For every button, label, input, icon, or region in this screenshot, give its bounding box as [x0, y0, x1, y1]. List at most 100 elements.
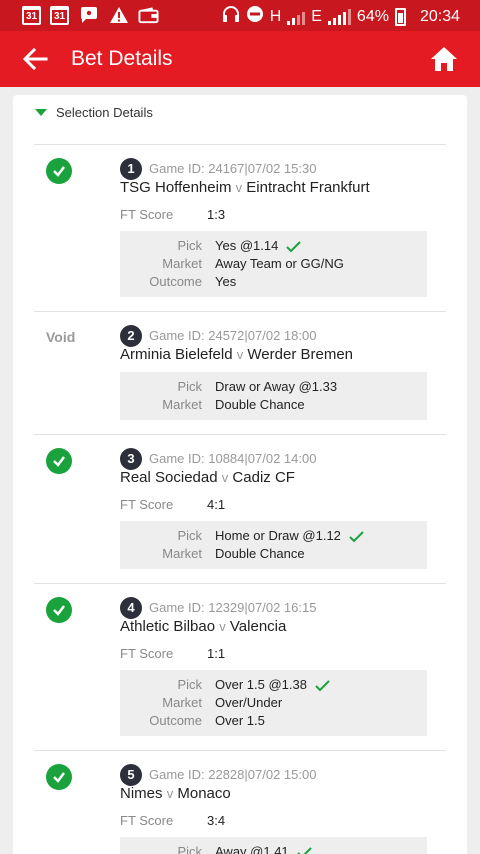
pick-value: Yes @1.14: [215, 238, 279, 253]
market-label: Market: [162, 256, 202, 271]
ft-score-value: 1:3: [207, 207, 226, 222]
home-team: Nimes: [120, 785, 163, 802]
outcome-label: Outcome: [149, 274, 202, 289]
pick-label: Pick: [177, 844, 202, 854]
caret-down-icon: [35, 109, 47, 116]
game-id: Game ID: 22828|07/02 15:00: [149, 767, 317, 782]
match-teams: Nimes v Monaco: [120, 785, 231, 802]
outcome-value: Yes: [215, 274, 237, 289]
match-teams: Real Sociedad v Cadiz CF: [120, 469, 295, 486]
chat-icon: [78, 5, 99, 25]
pick-label: Pick: [177, 677, 202, 692]
versus: v: [235, 180, 243, 195]
clock: 20:34: [419, 7, 460, 25]
signal-icon: [287, 9, 306, 25]
market-label: Market: [162, 695, 202, 710]
check-icon: [315, 679, 330, 691]
outcome-label: Outcome: [149, 713, 202, 728]
check-icon: [286, 240, 302, 252]
game-id: Game ID: 12329|07/02 16:15: [149, 600, 317, 615]
outcome-value: Over 1.5: [215, 713, 265, 728]
ft-score-label: FT Score: [120, 646, 174, 661]
selection-number: 2: [120, 325, 142, 347]
calendar-icon: 31: [22, 5, 41, 25]
check-icon: [296, 846, 312, 854]
versus: v: [166, 786, 174, 801]
versus: v: [219, 619, 226, 634]
pick-value: Home or Draw @1.12: [215, 528, 341, 543]
selection-number: 4: [120, 597, 142, 619]
divider: [34, 311, 446, 312]
bet-details-card: Selection Details 1 Game ID: 24167|07/02…: [13, 95, 467, 854]
back-arrow-icon[interactable]: [22, 47, 48, 71]
pick-value: Over 1.5 @1.38: [215, 677, 307, 692]
pick-value: Away @1.41: [215, 844, 289, 854]
network-type: H: [269, 7, 282, 25]
pick-label: Pick: [177, 238, 202, 253]
home-team: TSG Hoffenheim: [120, 179, 232, 196]
selection-number: 5: [120, 764, 142, 786]
selection-detail-box: Pick Draw or Away @1.33 Market Double Chan…: [120, 372, 427, 420]
match-teams: Athletic Bilbao v Valencia: [120, 618, 286, 635]
check-icon: [349, 530, 364, 542]
selection-details-toggle[interactable]: Selection Details: [35, 105, 153, 120]
warning-icon: [108, 5, 129, 25]
battery-icon: [394, 7, 406, 26]
won-check-icon: [46, 597, 72, 623]
pick-label: Pick: [177, 379, 202, 394]
selection-detail-box: Pick Away @1.41: [120, 837, 427, 854]
battery-percent: 64%: [356, 7, 389, 25]
home-team: Athletic Bilbao: [120, 618, 216, 635]
versus: v: [221, 470, 229, 485]
divider: [34, 583, 446, 584]
divider: [34, 144, 446, 145]
status-bar: 31 31 H E 64% 20:34: [0, 0, 480, 31]
void-status: Void: [46, 329, 76, 345]
ft-score-value: 4:1: [207, 497, 226, 512]
headphones-icon: [222, 5, 240, 28]
versus: v: [236, 347, 244, 362]
away-team: Cadiz CF: [232, 469, 295, 486]
wallet-icon: [138, 5, 159, 25]
selection-number: 1: [120, 158, 142, 180]
selection-detail-box: Pick Yes @1.14 Market Away Team or GG/NG O…: [120, 231, 427, 297]
selection-detail-box: Pick Home or Draw @1.12 Market Double Chan…: [120, 521, 427, 569]
selection-detail-box: Pick Over 1.5 @1.38 Market Over/Under Outc…: [120, 670, 427, 736]
match-teams: Arminia Bielefeld v Werder Bremen: [120, 346, 353, 363]
market-value: Double Chance: [215, 397, 305, 412]
pick-label: Pick: [177, 528, 202, 543]
match-teams: TSG Hoffenheim v Eintracht Frankfurt: [120, 179, 370, 196]
ft-score-label: FT Score: [120, 497, 174, 512]
market-value: Over/Under: [215, 695, 283, 710]
won-check-icon: [46, 764, 72, 790]
game-id: Game ID: 10884|07/02 14:00: [149, 451, 317, 466]
away-team: Werder Bremen: [247, 346, 353, 363]
divider: [34, 750, 446, 751]
page-title: Bet Details: [71, 47, 173, 70]
app-bar: Bet Details: [0, 31, 480, 87]
game-id: Game ID: 24572|07/02 18:00: [149, 328, 317, 343]
ft-score-label: FT Score: [120, 813, 174, 828]
away-team: Eintracht Frankfurt: [246, 179, 370, 196]
won-check-icon: [46, 448, 72, 474]
market-value: Away Team or GG/NG: [215, 256, 344, 271]
ft-score-label: FT Score: [120, 207, 174, 222]
pick-value: Draw or Away @1.33: [215, 379, 338, 394]
away-team: Valencia: [229, 618, 287, 635]
home-team: Arminia Bielefeld: [120, 346, 233, 363]
ft-score-value: 1:1: [207, 646, 226, 661]
calendar-icon: 31: [50, 5, 69, 25]
divider: [34, 434, 446, 435]
away-team: Monaco: [177, 785, 231, 802]
signal-icon: [327, 8, 351, 25]
network-type: E: [311, 7, 322, 25]
section-label: Selection Details: [56, 105, 153, 120]
selection-number: 3: [120, 448, 142, 470]
home-team: Real Sociedad: [120, 469, 218, 486]
ft-score-value: 3:4: [207, 813, 226, 828]
won-check-icon: [46, 158, 72, 184]
market-value: Double Chance: [215, 546, 305, 561]
market-label: Market: [162, 397, 202, 412]
home-icon[interactable]: [430, 45, 458, 73]
market-label: Market: [162, 546, 202, 561]
